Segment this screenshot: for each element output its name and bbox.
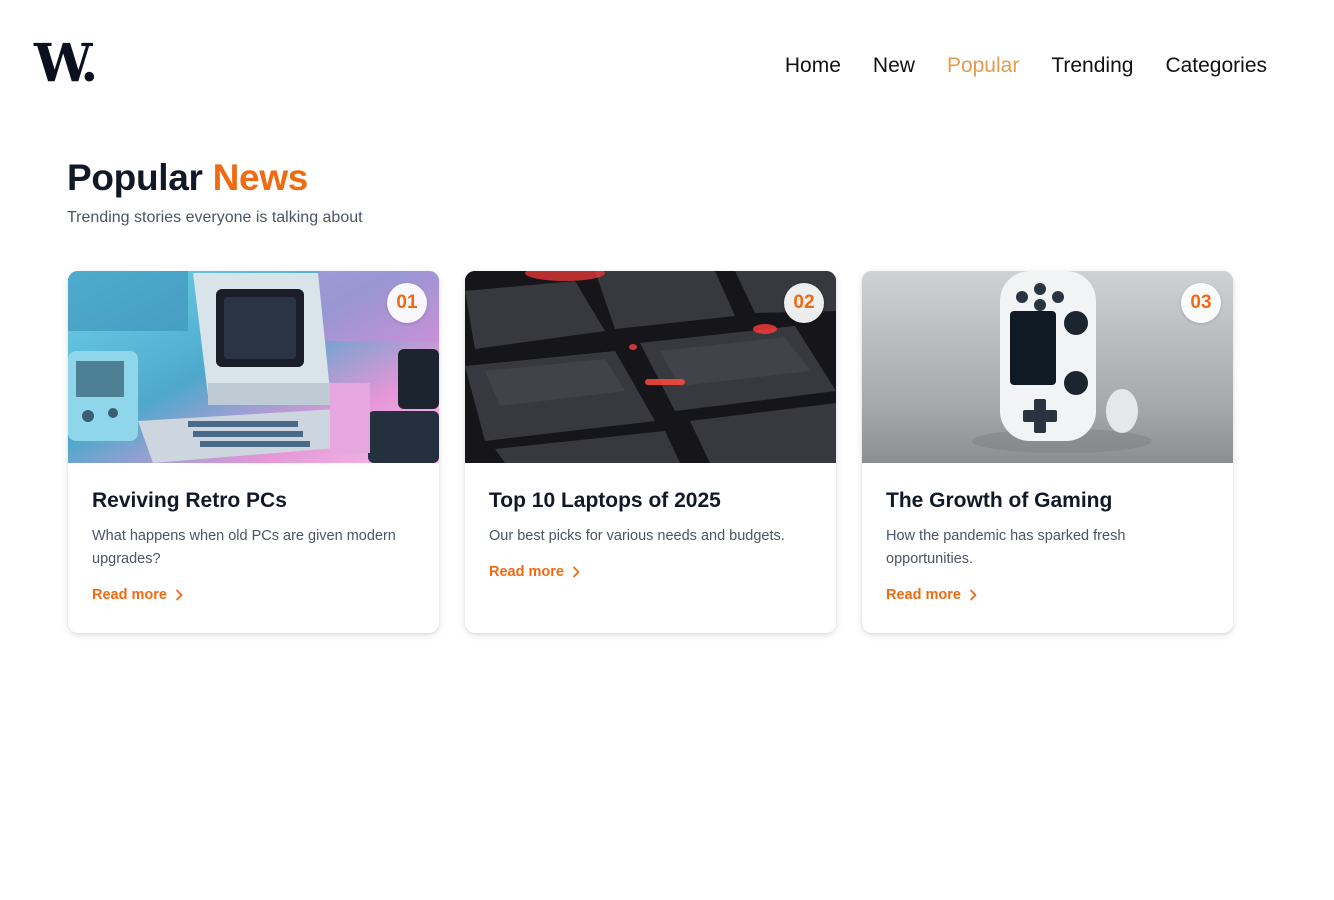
- retro-computers-image: 01: [68, 271, 439, 463]
- site-logo[interactable]: W.: [34, 38, 98, 90]
- card-description: How the pandemic has sparked fresh oppor…: [886, 528, 1126, 567]
- news-card[interactable]: 01 Reviving Retro PCs What happens when …: [68, 271, 439, 633]
- rank-badge: 03: [1181, 283, 1221, 323]
- game-controller-image: 03: [862, 271, 1233, 463]
- nav-item-categories[interactable]: Categories: [1165, 52, 1267, 80]
- rank-badge: 02: [784, 283, 824, 323]
- section-title: Popular News: [67, 154, 308, 202]
- card-title[interactable]: The Growth of Gaming: [886, 487, 1209, 515]
- nav-item-new[interactable]: New: [873, 52, 915, 80]
- card-body: Top 10 Laptops of 2025 Our best picks fo…: [465, 463, 836, 582]
- keyboard-closeup-illustration: [465, 271, 836, 463]
- rank-badge: 01: [387, 283, 427, 323]
- game-controller-illustration: [862, 271, 1233, 463]
- read-more-label: Read more: [92, 587, 167, 603]
- section-title-main: Popular: [67, 157, 203, 198]
- nav-item-popular[interactable]: Popular: [947, 52, 1019, 80]
- site-header: W. Home New Popular Trending Categories: [0, 0, 1334, 132]
- section-title-accent: News: [212, 157, 309, 198]
- read-more-link[interactable]: Read more: [489, 562, 580, 582]
- card-body: The Growth of Gaming How the pandemic ha…: [862, 463, 1233, 605]
- nav-item-home[interactable]: Home: [785, 52, 841, 80]
- chevron-right-icon: [970, 589, 977, 601]
- card-title[interactable]: Top 10 Laptops of 2025: [489, 487, 812, 515]
- read-more-label: Read more: [886, 587, 961, 603]
- nav-item-trending[interactable]: Trending: [1051, 52, 1133, 80]
- chevron-right-icon: [176, 589, 183, 601]
- news-card[interactable]: 03 The Growth of Gaming How the pandemic…: [862, 271, 1233, 633]
- read-more-label: Read more: [489, 564, 564, 580]
- card-description: Our best picks for various needs and bud…: [489, 528, 785, 544]
- card-body: Reviving Retro PCs What happens when old…: [68, 463, 439, 605]
- chevron-right-icon: [573, 566, 580, 578]
- section-subtitle: Trending stories everyone is talking abo…: [67, 209, 363, 226]
- read-more-link[interactable]: Read more: [92, 585, 183, 605]
- card-description: What happens when old PCs are given mode…: [92, 528, 396, 567]
- news-card-list: 01 Reviving Retro PCs What happens when …: [68, 271, 1233, 633]
- retro-computers-illustration: [68, 271, 439, 463]
- read-more-link[interactable]: Read more: [886, 585, 977, 605]
- card-title[interactable]: Reviving Retro PCs: [92, 487, 415, 515]
- news-card[interactable]: 02 Top 10 Laptops of 2025 Our best picks…: [465, 271, 836, 633]
- keyboard-closeup-image: 02: [465, 271, 836, 463]
- main-nav: Home New Popular Trending Categories: [785, 52, 1267, 80]
